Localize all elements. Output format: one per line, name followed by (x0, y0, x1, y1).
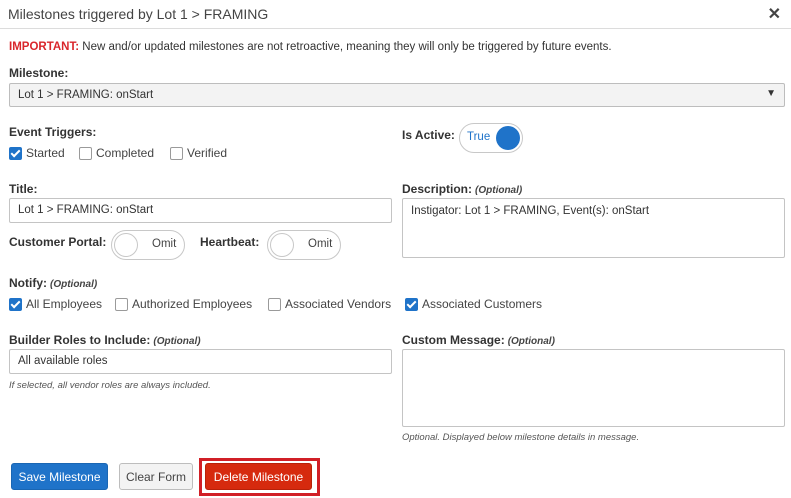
is-active-label: Is Active: (402, 128, 455, 142)
builder-roles-input[interactable]: All available roles (9, 349, 392, 374)
trigger-verified-label: Verified (187, 146, 228, 160)
title-input-value: Lot 1 > FRAMING: onStart (18, 204, 154, 216)
checkbox-checked-icon (9, 146, 22, 160)
builder-roles-optional: (Optional) (153, 336, 201, 347)
delete-milestone-button[interactable]: Delete Milestone (205, 463, 312, 490)
custom-message-textarea[interactable] (402, 349, 785, 427)
trigger-verified-checkbox[interactable]: Verified (170, 146, 227, 160)
checkbox-unchecked-icon (170, 146, 183, 160)
builder-roles-hint: If selected, all vendor roles are always… (9, 380, 211, 391)
builder-roles-label: Builder Roles to Include: (Optional) (9, 333, 201, 347)
trigger-started-label: Started (26, 146, 65, 160)
description-optional: (Optional) (475, 185, 523, 196)
description-value: Instigator: Lot 1 > FRAMING, Event(s): o… (411, 205, 650, 217)
is-active-value: True (467, 131, 491, 143)
toggle-knob (114, 233, 138, 257)
save-milestone-button[interactable]: Save Milestone (11, 463, 108, 490)
title-label: Title: (9, 182, 38, 196)
builder-roles-value: All available roles (18, 355, 108, 367)
milestone-select[interactable]: Lot 1 > FRAMING: onStart ▼ (9, 83, 785, 107)
heartbeat-toggle[interactable]: Omit (267, 230, 341, 260)
notify-all-employees-checkbox[interactable]: All Employees (9, 297, 102, 311)
notify-all-employees-label: All Employees (26, 297, 103, 311)
notify-label-text: Notify: (9, 276, 47, 290)
customer-portal-label: Customer Portal: (9, 235, 107, 249)
toggle-knob (270, 233, 294, 257)
description-label: Description: (Optional) (402, 182, 522, 196)
trigger-completed-checkbox[interactable]: Completed (79, 146, 154, 160)
trigger-completed-label: Completed (96, 146, 155, 160)
checkbox-unchecked-icon (79, 146, 92, 160)
notice-text: New and/or updated milestones are not re… (79, 41, 612, 53)
custom-message-label: Custom Message: (Optional) (402, 333, 555, 347)
notify-optional: (Optional) (50, 279, 98, 290)
is-active-toggle[interactable]: True (459, 123, 523, 153)
heartbeat-label: Heartbeat: (200, 235, 260, 249)
checkbox-unchecked-icon (115, 297, 128, 311)
trigger-started-checkbox[interactable]: Started (9, 146, 65, 160)
notify-associated-customers-label: Associated Customers (422, 297, 543, 311)
clear-form-button[interactable]: Clear Form (119, 463, 193, 490)
customer-portal-toggle[interactable]: Omit (111, 230, 185, 260)
toggle-knob (496, 126, 520, 150)
dialog-titlebar: Milestones triggered by Lot 1 > FRAMING … (0, 0, 791, 29)
heartbeat-value: Omit (308, 238, 333, 250)
custom-message-optional: (Optional) (507, 336, 555, 347)
milestone-select-value: Lot 1 > FRAMING: onStart (18, 89, 154, 101)
custom-message-label-text: Custom Message: (402, 333, 505, 347)
notify-associated-vendors-checkbox[interactable]: Associated Vendors (268, 297, 391, 311)
title-input[interactable]: Lot 1 > FRAMING: onStart (9, 198, 392, 223)
dialog-title: Milestones triggered by Lot 1 > FRAMING (8, 6, 269, 22)
notify-authorized-employees-checkbox[interactable]: Authorized Employees (115, 297, 252, 311)
builder-roles-label-text: Builder Roles to Include: (9, 333, 151, 347)
notify-label: Notify: (Optional) (9, 276, 97, 290)
notify-authorized-employees-label: Authorized Employees (132, 297, 253, 311)
notify-associated-customers-checkbox[interactable]: Associated Customers (405, 297, 542, 311)
checkbox-checked-icon (405, 297, 418, 311)
important-label: IMPORTANT: (9, 41, 80, 53)
event-triggers-label: Event Triggers: (9, 125, 97, 139)
close-icon[interactable]: ✕ (768, 4, 781, 24)
description-textarea[interactable]: Instigator: Lot 1 > FRAMING, Event(s): o… (402, 198, 785, 258)
notify-associated-vendors-label: Associated Vendors (285, 297, 392, 311)
description-label-text: Description: (402, 182, 473, 196)
retroactive-notice: IMPORTANT: New and/or updated milestones… (9, 41, 612, 53)
chevron-down-icon: ▼ (766, 88, 776, 99)
customer-portal-value: Omit (152, 238, 177, 250)
checkbox-unchecked-icon (268, 297, 281, 311)
milestone-label: Milestone: (9, 66, 69, 80)
custom-message-hint: Optional. Displayed below milestone deta… (402, 432, 640, 443)
checkbox-checked-icon (9, 297, 22, 311)
